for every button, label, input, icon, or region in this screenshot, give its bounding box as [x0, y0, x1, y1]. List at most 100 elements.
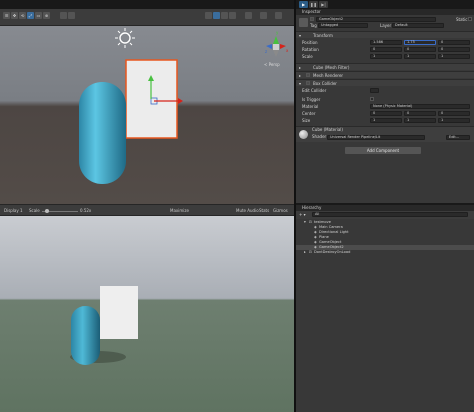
tag-label: Tag	[310, 23, 317, 28]
mesh-renderer-header[interactable]: ▸ Mesh Renderer	[296, 71, 474, 78]
material-component-header[interactable]: Cube (Material) Shader Universal Render …	[296, 126, 474, 142]
box-collider-header[interactable]: ▾ Box Collider	[296, 79, 474, 86]
shader-edit-label: Edit...	[449, 135, 460, 139]
material-label: Material	[302, 104, 319, 109]
scene-icon: ⊡	[309, 250, 313, 254]
edit-collider-button[interactable]	[370, 88, 379, 93]
game-view[interactable]	[0, 216, 294, 412]
shader-label: Shader	[312, 134, 327, 139]
position-z-value: 0	[441, 40, 444, 44]
scale-z-value: 1	[441, 54, 444, 58]
shader-edit-button[interactable]: Edit...	[446, 135, 470, 140]
rotation-x-field[interactable]: 0	[370, 47, 402, 52]
persp-label[interactable]: < Persp	[264, 62, 280, 67]
game-plane	[100, 286, 138, 339]
scale-label-inspector: Scale	[302, 54, 313, 59]
scale-x-field[interactable]: 1	[370, 54, 402, 59]
add-component-label: Add Component	[366, 148, 400, 153]
scene-view[interactable]: ☰ ✥ ⟲ ⤢ ▭ ⊕ y x z < Persp	[0, 9, 294, 204]
scale-z-field[interactable]: 1	[438, 54, 470, 59]
is-trigger-checkbox[interactable]	[370, 97, 374, 101]
position-row: Position 1.586 1.75 0	[296, 39, 474, 46]
tab-inspector-label: Inspector	[302, 9, 321, 14]
scale-y-field[interactable]: 1	[404, 54, 436, 59]
active-checkbox[interactable]	[310, 17, 314, 21]
size-x-field[interactable]: 1	[370, 118, 402, 123]
transform-header[interactable]: ▾ Transform	[296, 31, 474, 38]
edit-collider-label: Edit Collider	[302, 88, 327, 93]
center-y-field[interactable]: 0	[404, 111, 436, 116]
scale-slider-handle[interactable]	[45, 209, 49, 213]
transform-title: Transform	[313, 33, 333, 38]
gizmos-toggle[interactable]: Gizmos	[273, 208, 288, 213]
edit-collider-row: Edit Collider	[296, 87, 474, 94]
create-dropdown[interactable]: + ▾	[299, 212, 306, 217]
inspector-panel: Inspector GameObject2 Static Tag Untagge…	[296, 9, 474, 203]
scene-canvas: y x z < Persp	[79, 28, 289, 184]
search-placeholder: All	[315, 212, 320, 216]
position-x-field[interactable]: 1.586	[370, 40, 402, 45]
rotation-z-field[interactable]: 0	[438, 47, 470, 52]
game-canvas	[70, 286, 138, 365]
center-z-field[interactable]: 0	[438, 111, 470, 116]
rotation-z-value: 0	[441, 47, 444, 51]
mesh-renderer-title: Mesh Renderer	[313, 73, 344, 78]
material-sphere-icon	[299, 130, 308, 139]
scale-row: Scale 1 1 1	[296, 53, 474, 60]
center-x-value: 0	[373, 111, 376, 115]
step-button[interactable]: ▶|	[319, 1, 328, 8]
pause-button[interactable]: ❚❚	[309, 1, 318, 8]
box-collider-checkbox[interactable]	[306, 81, 310, 85]
mesh-filter-header[interactable]: ▸ Cube (Mesh Filter)	[296, 63, 474, 70]
position-x-value: 1.586	[373, 40, 384, 44]
pause-icon: ❚❚	[310, 2, 317, 7]
size-z-field[interactable]: 1	[438, 118, 470, 123]
scale-x-value: 1	[373, 54, 376, 58]
axis-label-x: x	[286, 48, 289, 53]
rotation-row: Rotation 0 0 0	[296, 46, 474, 53]
capsule-object[interactable]	[79, 82, 126, 184]
game-toolbar: Display 1 Scale 0.52x Maximize Mute Audi…	[0, 204, 294, 216]
rotation-y-field[interactable]: 0	[404, 47, 436, 52]
chevron-down-icon: ▾	[299, 81, 302, 86]
hierarchy-item-dontdestroyonload[interactable]: ▸ ⊡ DontDestroyOnLoad	[296, 250, 474, 255]
tag-value: Untagged	[321, 23, 339, 27]
hierarchy-search[interactable]: All	[312, 212, 468, 217]
material-field[interactable]: None (Physic Material)	[370, 104, 470, 109]
chevron-down-icon: ▾	[299, 33, 302, 38]
hierarchy-toolbar: + ▾ All	[296, 211, 474, 219]
layer-dropdown[interactable]: Default	[392, 23, 444, 28]
shader-dropdown[interactable]: Universal Render Pipeline/Lit	[327, 135, 425, 140]
material-row: Material None (Physic Material)	[296, 103, 474, 110]
center-z-value: 0	[441, 111, 444, 115]
static-checkbox[interactable]	[468, 17, 472, 21]
size-y-value: 1	[407, 118, 410, 122]
axis-label-y: y	[276, 30, 279, 35]
mute-audio-toggle[interactable]: Mute Audio	[236, 208, 259, 213]
rotation-y-value: 0	[407, 47, 410, 51]
position-z-field[interactable]: 0	[438, 40, 470, 45]
center-x-field[interactable]: 0	[370, 111, 402, 116]
hierarchy-panel: Hierarchy + ▾ All ▾ ⊡ testmove ◈ Main Ca…	[296, 205, 474, 412]
step-icon: ▶|	[321, 2, 326, 7]
size-label: Size	[302, 118, 311, 123]
orientation-gizmo[interactable]	[266, 36, 286, 57]
stats-toggle[interactable]: Stats	[259, 208, 269, 213]
maximize-toggle[interactable]: Maximize	[170, 208, 189, 213]
tag-dropdown[interactable]: Untagged	[318, 23, 368, 28]
position-y-field[interactable]: 1.75	[404, 40, 436, 45]
tag-layer-row: Tag Untagged Layer Default	[296, 22, 474, 29]
play-button[interactable]: ▶	[299, 1, 308, 8]
add-component-button[interactable]: Add Component	[345, 147, 421, 154]
scale-label: Scale	[29, 208, 40, 213]
gizmo-x-arrow[interactable]	[178, 98, 183, 104]
mesh-renderer-checkbox[interactable]	[306, 73, 310, 77]
scale-y-value: 1	[407, 54, 410, 58]
display-dropdown[interactable]: Display 1	[4, 208, 23, 213]
top-toolbar: ▶ ❚❚ ▶|	[0, 0, 474, 9]
scale-value: 0.52x	[80, 208, 92, 213]
size-y-field[interactable]: 1	[404, 118, 436, 123]
is-trigger-row: Is Trigger	[296, 96, 474, 103]
tab-hierarchy-label: Hierarchy	[302, 205, 322, 210]
tab-inspector[interactable]: Inspector	[296, 9, 474, 15]
